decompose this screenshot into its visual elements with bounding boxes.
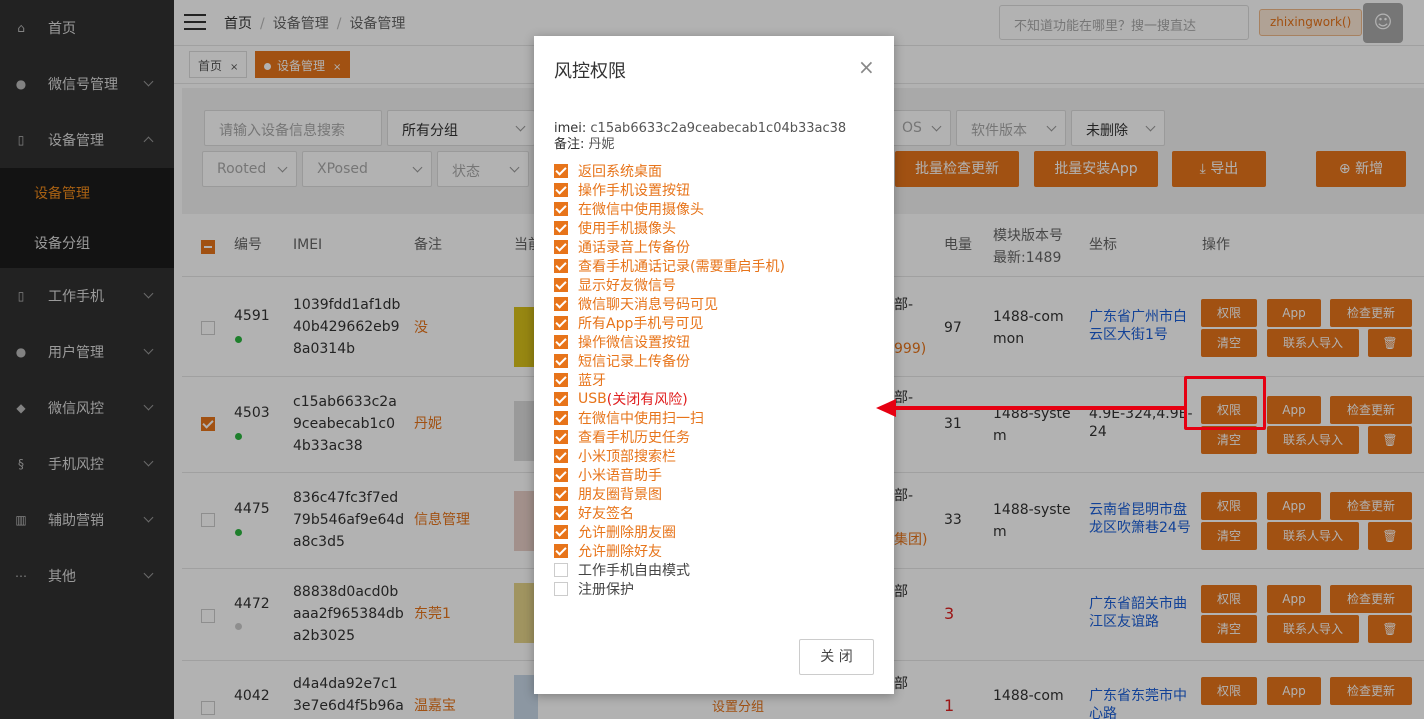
permission-checkbox[interactable] <box>554 505 568 520</box>
permission-checkbox[interactable] <box>554 543 568 558</box>
permission-item[interactable]: 所有App手机号可见 <box>554 313 703 332</box>
permission-checkbox[interactable] <box>554 391 568 406</box>
permission-label: 显示好友微信号 <box>578 277 676 294</box>
close-icon[interactable]: × <box>858 55 875 79</box>
annotation-arrow-head <box>876 399 896 417</box>
permission-checkbox[interactable] <box>554 429 568 444</box>
permission-label: 所有App手机号可见 <box>578 315 704 332</box>
permission-label: 查看手机历史任务 <box>578 429 690 446</box>
permission-item[interactable]: 使用手机摄像头 <box>554 218 676 237</box>
permission-label: 允许删除朋友圈 <box>578 524 676 541</box>
permission-checkbox[interactable] <box>554 410 568 425</box>
highlight-box <box>1184 376 1266 430</box>
permission-label: 短信记录上传备份 <box>578 353 690 370</box>
permission-checkbox[interactable] <box>554 448 568 463</box>
permission-label: 返回系统桌面 <box>578 163 662 180</box>
permission-item[interactable]: 显示好友微信号 <box>554 275 676 294</box>
permission-label: 蓝牙 <box>578 372 606 389</box>
permission-checkbox[interactable] <box>554 258 568 273</box>
permission-label: USB <box>578 390 607 407</box>
permission-item[interactable]: 操作微信设置按钮 <box>554 332 690 351</box>
permission-item[interactable]: 小米语音助手 <box>554 465 662 484</box>
permission-item[interactable]: 查看手机历史任务 <box>554 427 690 446</box>
permission-item[interactable]: 允许删除朋友圈 <box>554 522 676 541</box>
permission-checkbox[interactable] <box>554 163 568 178</box>
permission-item[interactable]: 短信记录上传备份 <box>554 351 690 370</box>
permission-item[interactable]: 允许删除好友 <box>554 541 662 560</box>
permission-label: 操作微信设置按钮 <box>578 334 690 351</box>
permission-label: 通话录音上传备份 <box>578 239 690 256</box>
device-info: imei: c15ab6633c2a9ceabecab1c04b33ac38 备… <box>554 121 846 153</box>
permission-checkbox[interactable] <box>554 239 568 254</box>
dialog-title: 风控权限 <box>554 61 626 82</box>
permission-checkbox[interactable] <box>554 315 568 330</box>
permission-label: 在微信中使用摄像头 <box>578 201 704 218</box>
permission-item[interactable]: 朋友圈背景图 <box>554 484 662 503</box>
permission-checkbox[interactable] <box>554 220 568 235</box>
imei-value: c15ab6633c2a9ceabecab1c04b33ac38 <box>590 121 847 136</box>
permission-item[interactable]: 在微信中使用摄像头 <box>554 199 704 218</box>
permission-checkbox[interactable] <box>554 334 568 349</box>
permission-checkbox[interactable] <box>554 524 568 539</box>
permission-checkbox[interactable] <box>554 467 568 482</box>
permission-item[interactable]: 蓝牙 <box>554 370 606 389</box>
permission-checkbox[interactable] <box>554 277 568 292</box>
permission-item[interactable]: USB (关闭有风险) <box>554 389 688 408</box>
close-button[interactable]: 关 闭 <box>799 639 874 675</box>
permission-checkbox[interactable] <box>554 182 568 197</box>
permission-label: 好友签名 <box>578 505 634 522</box>
permission-label: 查看手机通话记录(需要重启手机) <box>578 258 785 275</box>
permission-item[interactable]: 操作手机设置按钮 <box>554 180 690 199</box>
permission-item[interactable]: 在微信中使用扫一扫 <box>554 408 704 427</box>
permission-label: 允许删除好友 <box>578 543 662 560</box>
note-label: 备注: <box>554 137 585 152</box>
permission-checkbox[interactable] <box>554 201 568 216</box>
permission-item[interactable]: 好友签名 <box>554 503 634 522</box>
permission-checkbox[interactable] <box>554 486 568 501</box>
permission-item[interactable]: 返回系统桌面 <box>554 161 662 180</box>
permission-item[interactable]: 注册保护 <box>554 579 634 598</box>
permission-label: 微信聊天消息号码可见 <box>578 296 718 313</box>
permission-label: 小米顶部搜索栏 <box>578 448 676 465</box>
permission-label: 朋友圈背景图 <box>578 486 662 503</box>
permission-checkbox[interactable] <box>554 372 568 387</box>
annotation-arrow <box>894 406 1184 410</box>
permission-checkbox[interactable] <box>554 562 568 577</box>
risk-warning-text: (关闭有风险) <box>606 391 688 408</box>
permission-checkbox[interactable] <box>554 353 568 368</box>
permission-label: 操作手机设置按钮 <box>578 182 690 199</box>
permission-checkbox[interactable] <box>554 581 568 596</box>
permission-label: 注册保护 <box>578 581 634 598</box>
permission-label: 在微信中使用扫一扫 <box>578 410 704 427</box>
permission-label: 工作手机自由模式 <box>578 562 690 579</box>
risk-permission-dialog: 风控权限 × imei: c15ab6633c2a9ceabecab1c04b3… <box>534 36 894 694</box>
permission-item[interactable]: 工作手机自由模式 <box>554 560 690 579</box>
permission-item[interactable]: 通话录音上传备份 <box>554 237 690 256</box>
imei-label: imei: <box>554 121 587 136</box>
note-value: 丹妮 <box>588 137 615 152</box>
permission-item[interactable]: 微信聊天消息号码可见 <box>554 294 718 313</box>
permission-label: 使用手机摄像头 <box>578 220 676 237</box>
permission-item[interactable]: 小米顶部搜索栏 <box>554 446 676 465</box>
permission-label: 小米语音助手 <box>578 467 662 484</box>
permission-checkbox[interactable] <box>554 296 568 311</box>
permission-item[interactable]: 查看手机通话记录(需要重启手机) <box>554 256 785 275</box>
